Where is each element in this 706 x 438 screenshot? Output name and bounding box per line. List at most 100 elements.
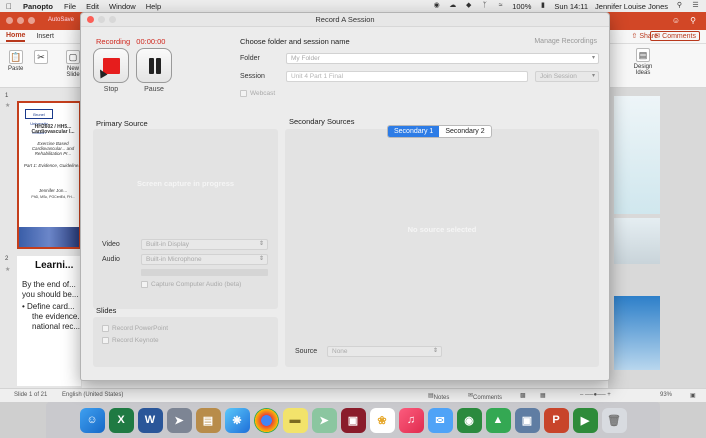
fit-slide-icon[interactable]: ▣ — [690, 392, 696, 399]
join-session-label: Join Session — [540, 73, 577, 80]
word-icon[interactable]: W — [137, 407, 163, 433]
autosave-label[interactable]: AutoSave — [48, 17, 74, 23]
ppt-window-controls — [6, 17, 35, 24]
paste-button[interactable]: 📋 Paste — [8, 50, 23, 72]
user-name[interactable]: Jennifer Louise Jones — [595, 2, 668, 11]
source-label: Source — [295, 348, 318, 355]
record-powerpoint-row[interactable]: Record PowerPoint — [102, 325, 168, 332]
comments-button[interactable]: ✉ Comments — [650, 31, 700, 41]
panopto-status-icon[interactable]: ◉ — [432, 2, 441, 10]
comments-label: Comments — [662, 33, 696, 40]
language[interactable]: English (United States) — [62, 392, 123, 398]
network-icon[interactable]: ◉ — [456, 407, 482, 433]
clock[interactable]: Sun 14:11 — [554, 2, 588, 11]
menu-app-name[interactable]: Panopto — [23, 2, 53, 11]
stop-button[interactable] — [93, 48, 129, 83]
chrome-icon[interactable] — [253, 407, 279, 433]
messages-icon[interactable]: ✉ — [427, 407, 453, 433]
record-keynote-checkbox[interactable] — [102, 337, 109, 344]
dropbox-icon[interactable]: ◆ — [464, 2, 473, 10]
slides-panel: Record PowerPoint Record Keynote — [93, 317, 278, 367]
record-keynote-row[interactable]: Record Keynote — [102, 337, 159, 344]
record-session-dialog: Record A Session Recording 00:00:00 Stop… — [80, 12, 610, 381]
panopto-icon[interactable]: ▶ — [572, 407, 598, 433]
new-slide-label: New Slide — [66, 66, 80, 78]
chevron-updown-icon: ⇕ — [258, 241, 264, 247]
choose-heading: Choose folder and session name — [240, 37, 350, 46]
join-session-select[interactable]: Join Session ▾ — [535, 71, 599, 82]
capture-audio-row[interactable]: Capture Computer Audio (beta) — [141, 281, 241, 288]
slide2-line: • Define card... — [22, 302, 75, 311]
record-powerpoint-label: Record PowerPoint — [112, 325, 168, 332]
maps-icon[interactable]: ➤ — [311, 407, 337, 433]
app-icon[interactable]: ▲ — [485, 407, 511, 433]
webcast-checkbox-row[interactable]: Webcast — [240, 90, 275, 97]
session-name-input[interactable]: Unit 4 Part 1 Final — [286, 71, 528, 82]
notes-button[interactable]: ▤ Notes — [428, 392, 449, 401]
zoom-slider[interactable]: – ──●── + — [580, 392, 611, 398]
capture-audio-checkbox[interactable] — [141, 281, 148, 288]
wifi-icon[interactable]: ≈ — [496, 2, 505, 10]
slide-thumbnail-2[interactable]: Learni... By the end of... you should be… — [17, 256, 84, 386]
slide-thumbnail-pane[interactable]: 1 ★ Brunel University London HH2602 / HH… — [0, 88, 84, 388]
secondary-tabs: Secondary 1 Secondary 2 — [387, 125, 492, 138]
powerpoint-icon[interactable]: P — [543, 407, 569, 433]
ppt-close-icon[interactable] — [6, 17, 13, 24]
tab-secondary-2[interactable]: Secondary 2 — [439, 126, 490, 137]
battery-icon[interactable]: ▮ — [538, 2, 547, 10]
apple-icon[interactable]:  — [6, 2, 15, 11]
ppt-minimize-icon[interactable] — [17, 17, 24, 24]
scissors-button[interactable]: ✂ — [34, 50, 48, 66]
photos-icon[interactable]: ❀ — [369, 407, 395, 433]
tab-insert[interactable]: Insert — [36, 33, 54, 40]
zoom-level[interactable]: 93% — [660, 392, 672, 398]
photobooth-icon[interactable]: ▣ — [340, 407, 366, 433]
source-select[interactable]: None ⇕ — [327, 346, 442, 357]
star-icon: ★ — [5, 267, 11, 273]
notes-icon[interactable]: ▤ — [195, 407, 221, 433]
tab-home[interactable]: Home — [6, 32, 26, 42]
capture-audio-label: Capture Computer Audio (beta) — [151, 281, 242, 288]
secondary-sources-heading: Secondary Sources — [289, 117, 355, 126]
notes-label: Notes — [433, 395, 450, 401]
folder-select[interactable]: My Folder ▾ — [286, 53, 599, 64]
cloud-icon[interactable]: ☁ — [448, 2, 457, 10]
safari-icon[interactable]: ❋ — [224, 407, 250, 433]
audio-label: Audio — [102, 256, 120, 263]
menu-window[interactable]: Window — [109, 2, 136, 11]
pause-button[interactable] — [136, 48, 172, 83]
search-icon[interactable]: ⚲ — [690, 16, 696, 25]
preview-icon[interactable]: ▣ — [514, 407, 540, 433]
audio-select[interactable]: Built-in Microphone ⇕ — [141, 254, 268, 265]
spotlight-icon[interactable]: ⚲ — [675, 2, 684, 10]
manage-recordings-link[interactable]: Manage Recordings — [534, 38, 597, 45]
ppt-zoom-icon[interactable] — [28, 17, 35, 24]
menu-file[interactable]: File — [64, 2, 76, 11]
design-ideas-button[interactable]: ▤ Design Ideas — [628, 48, 658, 76]
menu-help[interactable]: Help — [146, 2, 161, 11]
launchpad-icon[interactable]: ➤ — [166, 407, 192, 433]
sorter-view-icon[interactable]: ▦ — [540, 392, 546, 399]
trash-icon[interactable]: 🗑 — [601, 407, 627, 433]
bluetooth-icon[interactable]: ᛉ — [480, 2, 489, 10]
notification-center-icon[interactable]: ☰ — [691, 2, 700, 10]
music-icon[interactable]: ♫ — [398, 407, 424, 433]
primary-status: Screen capture in progress — [136, 179, 235, 188]
smiley-icon[interactable]: ☺ — [672, 16, 680, 25]
tab-secondary-1[interactable]: Secondary 1 — [388, 126, 440, 137]
slide-thumbnail-1[interactable]: Brunel University London HH2602 / HH5...… — [17, 101, 82, 249]
slide2-line: you should be... — [22, 290, 79, 299]
normal-view-icon[interactable]: ▩ — [520, 392, 526, 399]
finder-icon[interactable]: ☺ — [79, 407, 105, 433]
folder-value: My Folder — [291, 55, 320, 62]
comments-status-button[interactable]: ✉ Comments — [468, 392, 502, 401]
menu-edit[interactable]: Edit — [86, 2, 99, 11]
new-slide-button[interactable]: ▢ New Slide — [66, 50, 80, 78]
stickies-icon[interactable]: ▬ — [282, 407, 308, 433]
ppt-status-bar: Slide 1 of 21 English (United States) ▤ … — [0, 388, 706, 402]
record-powerpoint-checkbox[interactable] — [102, 325, 109, 332]
excel-icon[interactable]: X — [108, 407, 134, 433]
webcast-checkbox[interactable] — [240, 90, 247, 97]
star-icon: ★ — [5, 103, 11, 109]
video-select[interactable]: Built-in Display ⇕ — [141, 239, 268, 250]
